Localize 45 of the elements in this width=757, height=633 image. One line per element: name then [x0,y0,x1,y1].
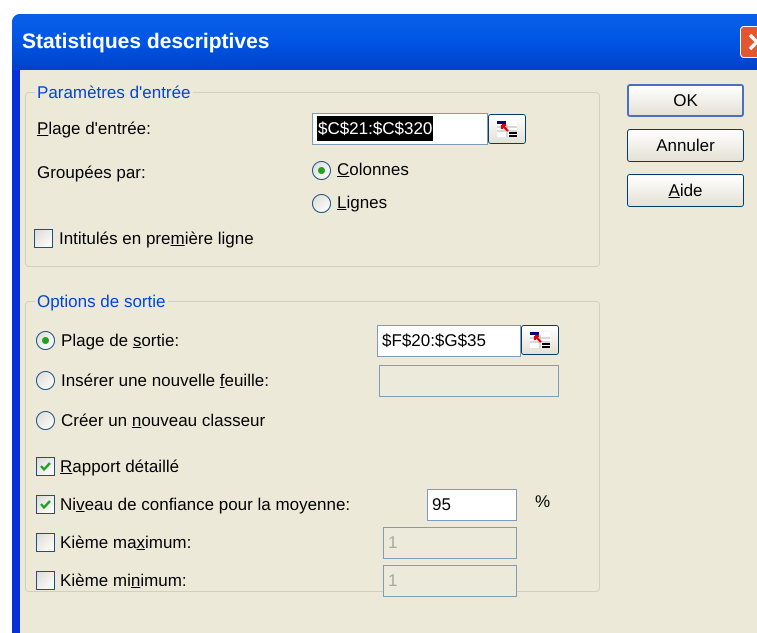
radio-button[interactable] [36,411,55,430]
option-label: Lignes [337,192,388,214]
radio-button[interactable] [312,194,331,212]
field-label: Plage d'entrée: [37,118,152,140]
checkbox-label: Kième maximum: [60,532,192,554]
text-field[interactable]: $C$21:$C$320 [312,112,488,144]
text-field[interactable]: $F$20:$G$35 [377,324,521,356]
check-icon [39,498,52,511]
radio-button[interactable] [36,331,55,350]
checkbox[interactable] [36,457,55,476]
checkbox-label: Niveau de confiance pour la moyenne: [60,494,350,516]
field-label: Groupées par: [37,162,147,184]
text-field[interactable]: 95 [427,488,517,520]
radio-button[interactable] [36,371,55,390]
range-picker-icon [528,330,552,350]
checkbox[interactable] [36,495,55,514]
dialog-button[interactable]: Annuler [627,129,744,162]
checkbox[interactable] [36,571,55,590]
field-value: 1 [388,570,398,592]
dialog-button[interactable]: Aide [627,174,744,207]
radio-label: Insérer une nouvelle feuille: [61,370,269,392]
radio-option[interactable]: Colonnes [312,154,409,186]
radio-label: Plage de sortie: [61,330,180,352]
checkbox-label: Kième minimum: [60,570,187,592]
window-title: Statistiques descriptives [22,29,270,56]
radio-option[interactable]: Lignes [312,186,409,220]
group-legend: Options de sortie [35,289,168,314]
group-legend: Paramètres d'entrée [35,80,192,106]
field-value: $C$21:$C$320 [317,116,434,142]
field-value: 95 [432,494,451,516]
range-picker-button[interactable] [488,114,526,144]
option-label: Colonnes [337,159,409,182]
checkbox[interactable] [36,533,55,552]
checkbox-label: Rapport détaillé [60,456,180,478]
unit-label: % [535,490,550,513]
checkbox-label: Intitulés en première ligne [59,228,254,250]
check-icon [39,460,52,473]
checkbox[interactable] [34,229,53,248]
dialog-button[interactable]: OK [627,84,744,117]
radio-button[interactable] [312,160,331,180]
range-picker-button[interactable] [521,324,559,354]
field-value: 1 [388,532,398,554]
radio-label: Créer un nouveau classeur [61,410,266,432]
range-picker-icon [495,118,519,138]
field-value: $F$20:$G$35 [382,330,486,352]
